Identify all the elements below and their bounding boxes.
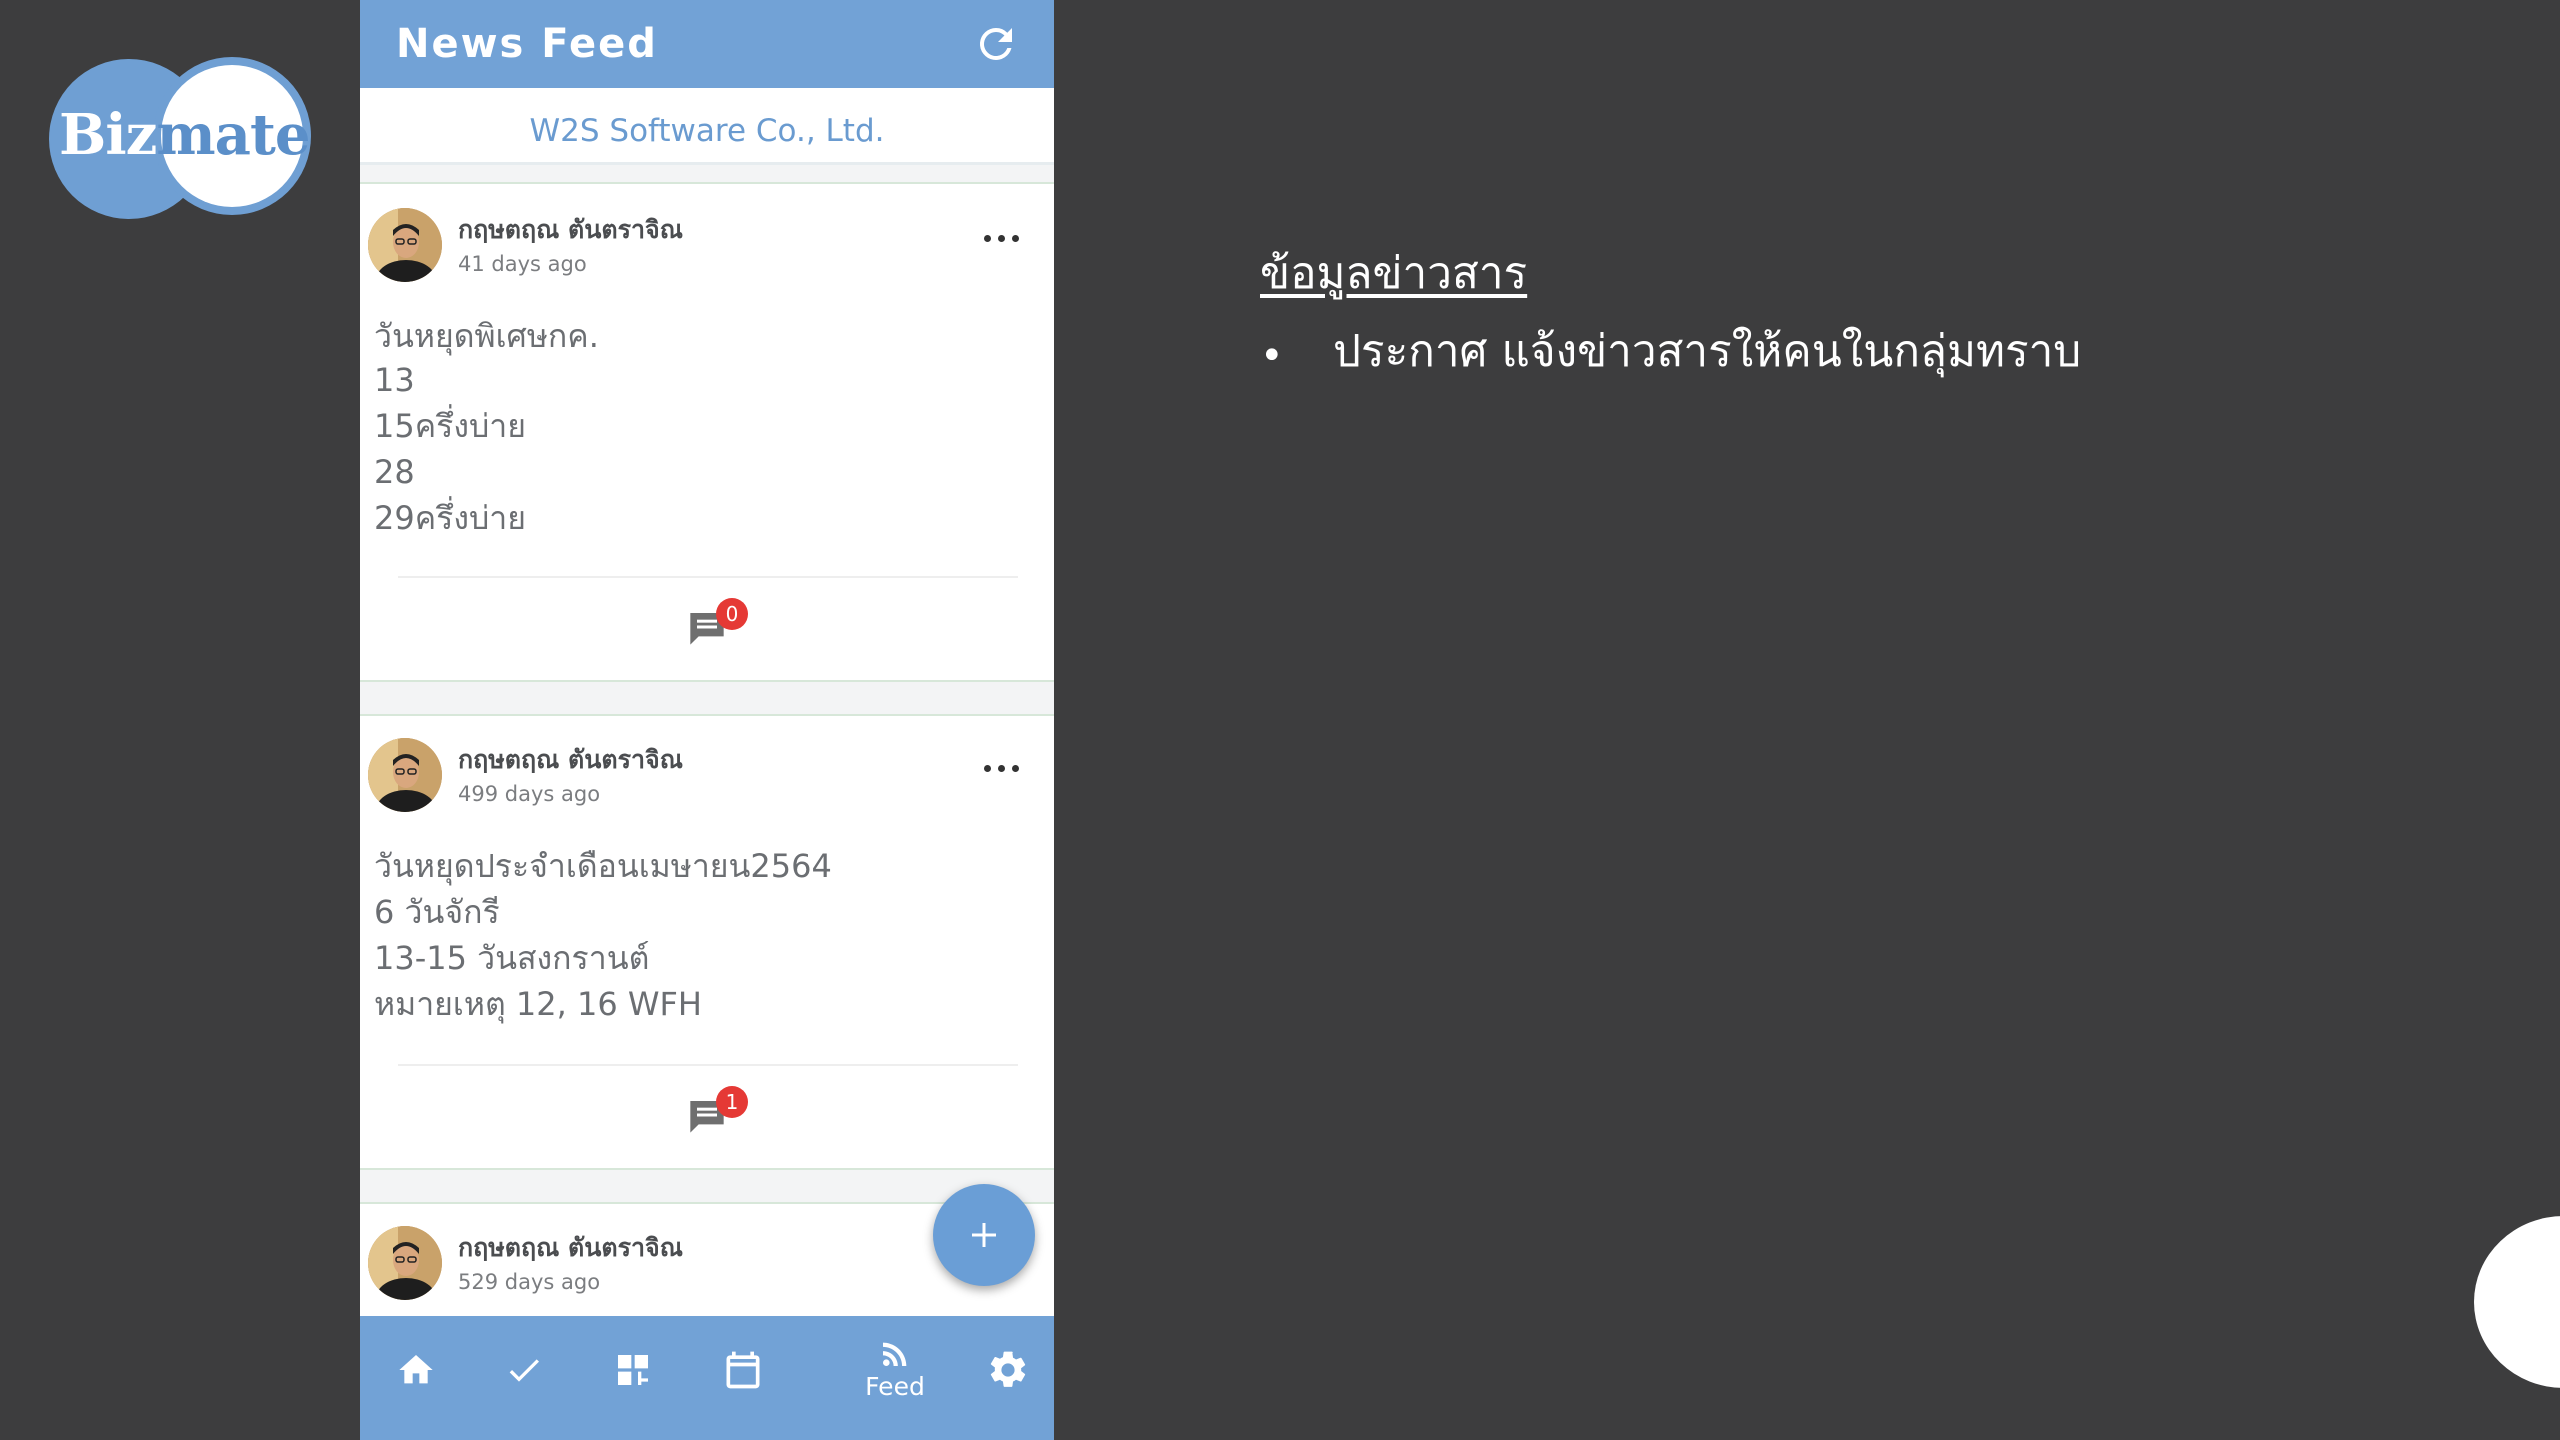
post-time: 499 days ago [458, 782, 601, 806]
info-bullet-item: ประกาศ แจ้งข่าวสารให้คนในกลุ่มทราบ [1333, 326, 2082, 377]
nav-dashboard[interactable] [597, 1316, 669, 1440]
post-time: 529 days ago [458, 1270, 601, 1294]
post-text-line: 28 [374, 453, 415, 491]
nav-home[interactable] [380, 1316, 452, 1440]
rss-feed-icon [883, 1342, 907, 1366]
calendar-icon [726, 1351, 760, 1389]
post-text-line: วันหยุดประจำเดือนเมษายน2564 [374, 847, 832, 885]
bizmate-logo: Bizmate [49, 57, 311, 219]
feed-post: กฤษตฤณ ตันตราจิณ 41 days ago วันหยุดพิเศ… [360, 182, 1054, 682]
refresh-button[interactable] [972, 20, 1020, 68]
comment-count-badge: 1 [716, 1086, 748, 1118]
post-text-line: 13 [374, 361, 415, 399]
logo-wordmark: Bizmate [59, 102, 310, 168]
nav-feed-label: Feed [865, 1372, 925, 1401]
nav-feed[interactable]: Feed [820, 1316, 970, 1440]
avatar [368, 738, 442, 812]
app-bar: News Feed [360, 0, 1054, 88]
company-header: W2S Software Co., Ltd. [360, 88, 1054, 165]
comments-button[interactable]: 1 [686, 1086, 750, 1138]
post-divider [398, 576, 1018, 578]
bottom-navigation: Feed [360, 1316, 1054, 1440]
add-post-button[interactable] [933, 1184, 1035, 1286]
more-options-button[interactable] [982, 756, 1022, 780]
post-text-line: 15ครึ่งบ่าย [374, 407, 526, 445]
post-author: กฤษตฤณ ตันตราจิณ [458, 1233, 683, 1262]
post-divider [398, 1064, 1018, 1066]
company-name: W2S Software Co., Ltd. [529, 113, 885, 149]
page-title: News Feed [396, 21, 658, 67]
more-options-button[interactable] [982, 226, 1022, 250]
info-title: ข้อมูลข่าวสาร [1260, 248, 1528, 299]
plus-icon [972, 1223, 996, 1247]
nav-settings[interactable] [972, 1316, 1044, 1440]
decorative-circle [2474, 1216, 2560, 1388]
avatar [368, 1226, 442, 1300]
home-icon [399, 1355, 433, 1384]
post-author: กฤษตฤณ ตันตราจิณ [458, 745, 683, 774]
bullet-marker: • [1260, 333, 1284, 379]
comments-button[interactable]: 0 [686, 598, 750, 650]
post-text-line: 29ครึ่งบ่าย [374, 499, 526, 537]
avatar [368, 208, 442, 282]
nav-tasks[interactable] [488, 1316, 560, 1440]
post-text-line: 6 วันจักรี [374, 893, 500, 931]
refresh-icon [979, 27, 1012, 60]
post-text-line: หมายเหตุ 12, 16 WFH [374, 985, 702, 1023]
dashboard-icon [618, 1355, 648, 1385]
post-author: กฤษตฤณ ตันตราจิณ [458, 215, 683, 244]
feed-post: กฤษตฤณ ตันตราจิณ 499 days ago วันหยุดประ… [360, 714, 1054, 1170]
comment-count-badge: 0 [716, 598, 748, 630]
post-text-line: วันหยุดพิเศษกค. [374, 317, 599, 355]
phone-screen: News Feed W2S Software Co., Ltd. กฤษตฤณ … [360, 0, 1054, 1440]
post-time: 41 days ago [458, 252, 587, 276]
nav-calendar[interactable] [707, 1316, 779, 1440]
settings-icon [990, 1351, 1026, 1387]
check-icon [509, 1359, 539, 1382]
post-text-line: 13-15 วันสงกรานต์ [374, 939, 650, 977]
